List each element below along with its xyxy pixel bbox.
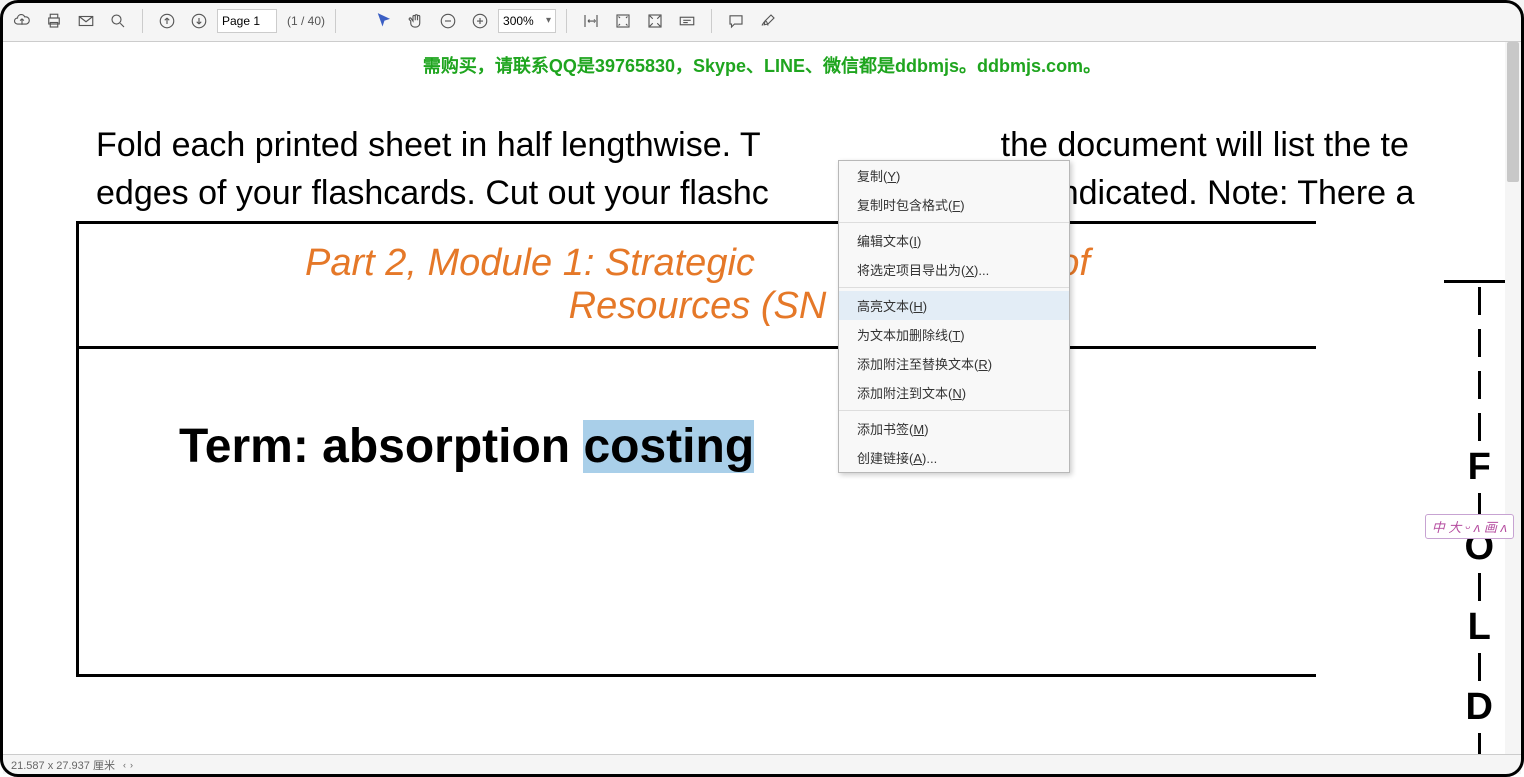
fold-dash xyxy=(1478,287,1481,315)
zoom-select[interactable]: 300%▾ xyxy=(498,9,556,33)
context-menu-item[interactable]: 复制时包含格式(F) xyxy=(839,190,1069,219)
scrollbar-thumb[interactable] xyxy=(1507,42,1519,182)
instruction-text: Fold each printed sheet in half lengthwi… xyxy=(96,122,1524,217)
document-page: Fold each printed sheet in half lengthwi… xyxy=(60,122,1524,677)
hand-tool-icon[interactable] xyxy=(402,7,430,35)
context-menu-item[interactable]: 创建链接(A)... xyxy=(839,443,1069,472)
card-title: Part 2, Module 1: Strategicent of Resour… xyxy=(99,242,1296,328)
flashcard-frame: Part 2, Module 1: Strategicent of Resour… xyxy=(76,221,1316,677)
toolbar: (1 / 40) 300%▾ xyxy=(0,0,1524,42)
fit-width-icon[interactable] xyxy=(577,7,605,35)
context-menu-item[interactable]: 为文本加删除线(T) xyxy=(839,320,1069,349)
selected-text: costing xyxy=(583,420,754,473)
fold-dash xyxy=(1478,329,1481,357)
menu-separator xyxy=(839,222,1069,223)
print-icon[interactable] xyxy=(40,7,68,35)
context-menu-item[interactable]: 编辑文本(I) xyxy=(839,226,1069,255)
watermark-text: 需购买，请联系QQ是39765830，Skype、LINE、微信都是ddbmjs… xyxy=(423,52,1101,78)
page-up-icon[interactable] xyxy=(153,7,181,35)
menu-separator xyxy=(839,410,1069,411)
separator xyxy=(142,9,143,33)
status-zoom-control[interactable]: ‹› xyxy=(123,760,133,770)
fold-letter: L xyxy=(1468,608,1491,646)
fullscreen-icon[interactable] xyxy=(641,7,669,35)
statusbar: 21.587 x 27.937 厘米 ‹› xyxy=(3,754,1521,774)
context-menu-item[interactable]: 添加附注至替换文本(R) xyxy=(839,349,1069,378)
page-count: (1 / 40) xyxy=(287,14,325,28)
scrollbar-vertical[interactable] xyxy=(1505,42,1521,754)
ime-indicator[interactable]: 中 大 ᵕ ᴧ 画 ᴧ xyxy=(1425,514,1514,539)
context-menu-item[interactable]: 添加附注到文本(N) xyxy=(839,378,1069,407)
read-mode-icon[interactable] xyxy=(673,7,701,35)
card-title-row: Part 2, Module 1: Strategicent of Resour… xyxy=(79,224,1316,349)
selection-tool-icon[interactable] xyxy=(370,7,398,35)
context-menu-item[interactable]: 高亮文本(H) xyxy=(839,291,1069,320)
fold-dash xyxy=(1478,413,1481,441)
page-number-input[interactable] xyxy=(217,9,277,33)
save-to-cloud-icon[interactable] xyxy=(8,7,36,35)
sign-icon[interactable] xyxy=(754,7,782,35)
search-icon[interactable] xyxy=(104,7,132,35)
separator xyxy=(711,9,712,33)
page-down-icon[interactable] xyxy=(185,7,213,35)
context-menu-item[interactable]: 将选定项目导出为(X)... xyxy=(839,255,1069,284)
fold-dash xyxy=(1478,371,1481,399)
document-viewport[interactable]: 需购买，请联系QQ是39765830，Skype、LINE、微信都是ddbmjs… xyxy=(0,42,1524,757)
fold-letter: D xyxy=(1465,688,1492,726)
email-icon[interactable] xyxy=(72,7,100,35)
separator xyxy=(335,9,336,33)
fold-dash xyxy=(1478,653,1481,681)
comment-icon[interactable] xyxy=(722,7,750,35)
fold-letter: F xyxy=(1468,448,1491,486)
context-menu: 复制(Y)复制时包含格式(F) 编辑文本(I)将选定项目导出为(X)... 高亮文本… xyxy=(838,160,1070,473)
menu-separator xyxy=(839,287,1069,288)
card-term-row: Term: absorption costing xyxy=(79,349,1316,674)
fit-page-icon[interactable] xyxy=(609,7,637,35)
context-menu-item[interactable]: 添加书签(M) xyxy=(839,414,1069,443)
separator xyxy=(566,9,567,33)
term-text[interactable]: Term: absorption costing xyxy=(179,419,1286,474)
zoom-out-icon[interactable] xyxy=(434,7,462,35)
zoom-in-icon[interactable] xyxy=(466,7,494,35)
context-menu-item[interactable]: 复制(Y) xyxy=(839,161,1069,190)
fold-dash xyxy=(1478,573,1481,601)
page-dimensions: 21.587 x 27.937 厘米 xyxy=(11,757,115,773)
